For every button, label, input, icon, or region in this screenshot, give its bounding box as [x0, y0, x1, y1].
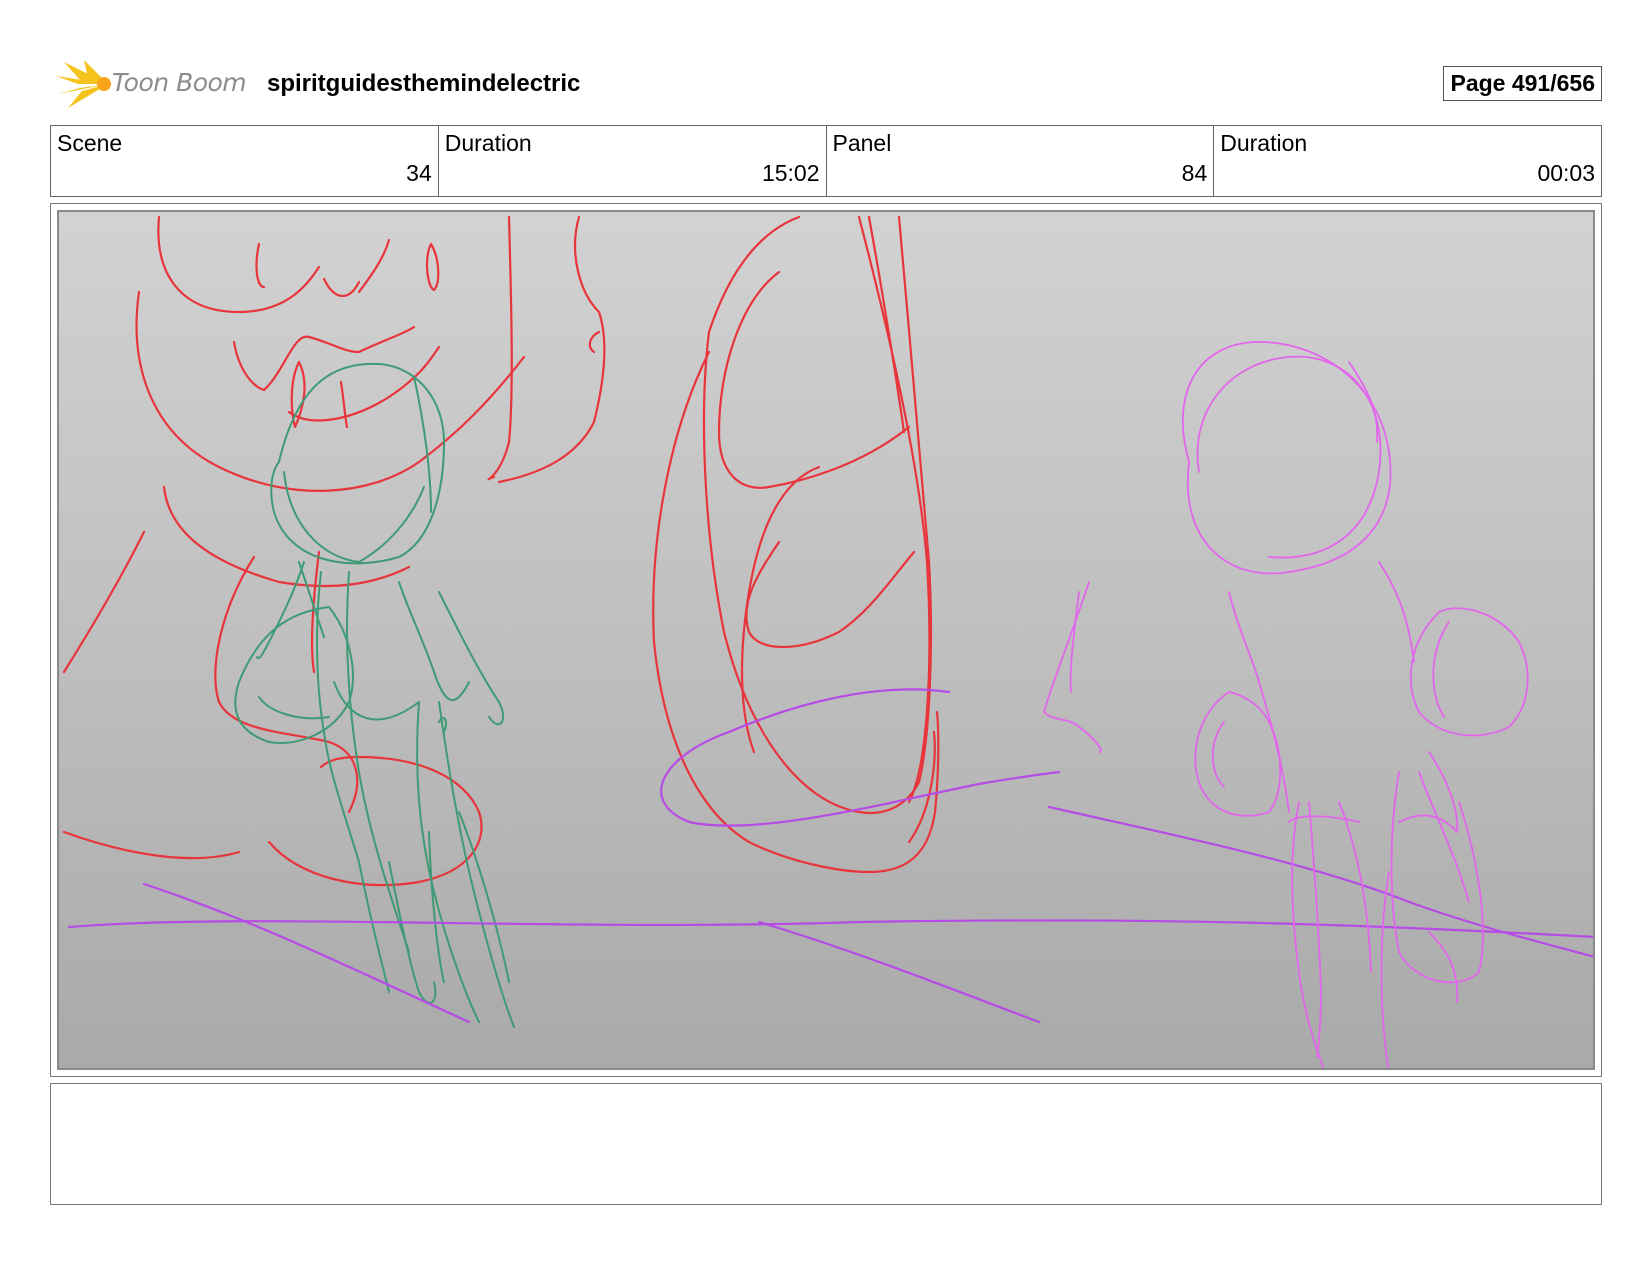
panel-duration-cell: Duration 00:03 [1214, 126, 1601, 196]
panel-label: Panel [832, 130, 892, 156]
brand-name: Toon Boom [112, 68, 247, 97]
scene-label: Scene [57, 130, 123, 156]
panel-duration-label: Duration [1220, 130, 1308, 156]
scene-duration-label: Duration [444, 130, 532, 156]
scene-duration-cell: Duration 15:02 [439, 126, 827, 196]
starburst-icon [56, 60, 111, 108]
toon-boom-logo: Toon Boom [54, 58, 259, 110]
panel-value: 84 [1181, 160, 1208, 186]
scene-duration-value: 15:02 [761, 160, 820, 186]
page-indicator: Page 491/656 [1443, 66, 1602, 101]
project-title: spiritguidesthemindelectric [267, 70, 581, 97]
rough-sketch [62, 215, 1593, 1068]
scene-value: 34 [406, 160, 432, 186]
purple-sketch-strokes [67, 688, 1593, 1024]
page-header: Toon Boom spiritguidesthemindelectric Pa… [50, 58, 1602, 110]
red-sketch-strokes [62, 215, 940, 887]
panel-info-table: Scene 34 Duration 15:02 Panel 84 Duratio… [50, 125, 1602, 197]
pink-sketch-strokes [1043, 341, 1529, 1068]
panel-cell: Panel 84 [827, 126, 1215, 196]
panel-duration-value: 00:03 [1537, 160, 1595, 186]
green-sketch-strokes [234, 362, 515, 1028]
panel-notes-box [50, 1083, 1602, 1205]
scene-cell: Scene 34 [51, 126, 439, 196]
storyboard-panel [50, 203, 1602, 1077]
panel-drawing-area [57, 210, 1595, 1070]
